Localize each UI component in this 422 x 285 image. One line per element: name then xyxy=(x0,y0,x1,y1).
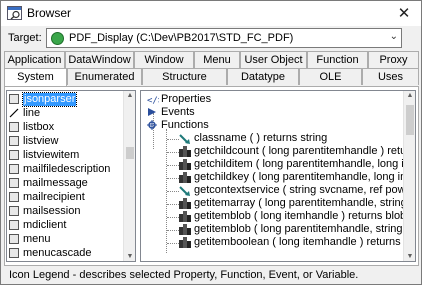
target-value: PDF_Display (C:\Dev\PB2017\STD_FC_PDF) xyxy=(69,32,294,44)
function-icon xyxy=(179,224,191,235)
function-icon xyxy=(179,172,191,183)
close-button[interactable]: ✕ xyxy=(387,1,421,26)
browser-window: Browser ✕ Target: PDF_Display (C:\Dev\PB… xyxy=(0,0,422,285)
properties-icon: </> xyxy=(147,94,164,106)
listviewitem-icon xyxy=(9,150,19,160)
list-item-label: menucascade xyxy=(23,247,92,259)
tab-proxy[interactable]: Proxy xyxy=(368,51,419,68)
chevron-down-icon[interactable]: ⌄ xyxy=(390,31,398,42)
scroll-up-icon[interactable]: ▲ xyxy=(124,92,135,99)
tree-label: Events xyxy=(161,106,195,118)
tab-function[interactable]: Function xyxy=(307,51,368,68)
line-icon xyxy=(9,108,19,118)
object-icon xyxy=(9,178,19,188)
list-item-label: mailmessage xyxy=(23,177,88,189)
icon-legend: Icon Legend - describes selected Propert… xyxy=(9,269,359,281)
target-dropdown[interactable]: PDF_Display (C:\Dev\PB2017\STD_FC_PDF) ⌄ xyxy=(46,28,402,48)
tree-scrollbar[interactable]: ▲ ▼ xyxy=(403,91,415,261)
tree-connector xyxy=(167,165,179,166)
application-icon xyxy=(51,32,64,45)
tree-label: Properties xyxy=(161,93,212,105)
inherited-function-icon xyxy=(179,133,191,144)
menu-icon xyxy=(9,234,19,244)
list-item-label: mdiclient xyxy=(23,219,67,231)
tree-connector xyxy=(167,191,179,192)
list-item-label: listbox xyxy=(23,121,55,133)
inherited-function-icon xyxy=(179,185,191,196)
listbox-icon xyxy=(9,122,19,132)
tree-label: Functions xyxy=(161,119,209,131)
tree-connector xyxy=(167,178,179,179)
list-item-label: mailfiledescription xyxy=(23,163,111,175)
scroll-down-icon[interactable]: ▼ xyxy=(404,253,415,260)
object-icon xyxy=(9,94,19,104)
list-scrollbar[interactable]: ▲ ▼ xyxy=(123,91,135,261)
function-signature: getchildkey ( long parentitemhandle, lon… xyxy=(194,171,415,183)
function-icon xyxy=(179,237,191,248)
tab-datawindow[interactable]: DataWindow xyxy=(65,51,134,68)
object-icon xyxy=(9,192,19,202)
list-item-label: mailrecipient xyxy=(23,191,85,203)
tab-ole[interactable]: OLE xyxy=(299,68,362,85)
tab-row-front: System Enumerated Structure Datatype OLE… xyxy=(4,68,419,87)
title-bar: Browser ✕ xyxy=(1,1,421,26)
tree-connector xyxy=(167,217,179,218)
tab-system[interactable]: System xyxy=(4,68,67,87)
scroll-up-icon[interactable]: ▲ xyxy=(404,92,415,99)
function-icon xyxy=(179,198,191,209)
function-icon xyxy=(179,159,191,170)
function-icon xyxy=(179,211,191,222)
events-icon xyxy=(147,107,157,117)
function-signature: getitemblob ( long parentitemhandle, str… xyxy=(194,223,415,235)
function-signature: getchilditem ( long parentitemhandle, lo… xyxy=(194,158,415,170)
tab-menu[interactable]: Menu xyxy=(194,51,240,68)
functions-icon xyxy=(147,120,157,130)
tab-row-back: Application DataWindow Window Menu User … xyxy=(4,51,419,68)
target-label: Target: xyxy=(8,32,42,44)
function-icon xyxy=(179,146,191,157)
list-item-label: mailsession xyxy=(23,205,81,217)
tab-structure[interactable]: Structure xyxy=(142,68,227,85)
object-list[interactable]: jsonparser line listbox listview listvie… xyxy=(6,90,136,262)
members-tree[interactable]: </> Properties Events Functions classnam… xyxy=(140,90,416,262)
object-icon xyxy=(9,164,19,174)
function-signature: getitemarray ( long parentitemhandle, st… xyxy=(194,197,415,209)
list-item-label: jsonparser xyxy=(21,92,78,107)
scroll-thumb[interactable] xyxy=(126,147,134,159)
tree-connector xyxy=(167,230,179,231)
scroll-down-icon[interactable]: ▼ xyxy=(124,253,135,260)
listview-icon xyxy=(9,136,19,146)
window-title: Browser xyxy=(27,6,72,20)
tree-connector xyxy=(167,204,179,205)
target-row: Target: PDF_Display (C:\Dev\PB2017\STD_F… xyxy=(1,26,421,50)
object-icon xyxy=(9,206,19,216)
svg-text:</>: </> xyxy=(147,96,159,104)
function-signature: getitemblob ( long itemhandle ) returns … xyxy=(194,210,407,222)
tab-application[interactable]: Application xyxy=(4,51,65,68)
tree-connector xyxy=(167,139,179,140)
tab-window[interactable]: Window xyxy=(134,51,194,68)
tab-user-object[interactable]: User Object xyxy=(240,51,307,68)
list-item-label: line xyxy=(23,107,41,119)
function-signature: getchildcount ( long parentitemhandle ) … xyxy=(194,145,415,157)
function-signature: getitemboolean ( long itemhandle ) retur… xyxy=(194,236,415,248)
menu-icon xyxy=(9,248,19,258)
scroll-thumb[interactable] xyxy=(406,105,414,135)
list-item-label: listviewitem xyxy=(23,149,80,161)
tab-uses[interactable]: Uses xyxy=(362,68,419,85)
tree-connector xyxy=(167,152,179,153)
tab-datatype[interactable]: Datatype xyxy=(227,68,299,85)
mdiclient-icon xyxy=(9,220,19,230)
browser-icon xyxy=(7,6,22,20)
function-signature: classname ( ) returns string xyxy=(194,132,328,144)
tree-connector xyxy=(153,113,154,149)
tree-connector xyxy=(167,243,179,244)
function-signature: getcontextservice ( string svcname, ref … xyxy=(194,184,416,196)
list-item-label: menu xyxy=(23,233,51,245)
tab-enumerated[interactable]: Enumerated xyxy=(67,68,142,85)
list-item-label: listview xyxy=(23,135,59,147)
